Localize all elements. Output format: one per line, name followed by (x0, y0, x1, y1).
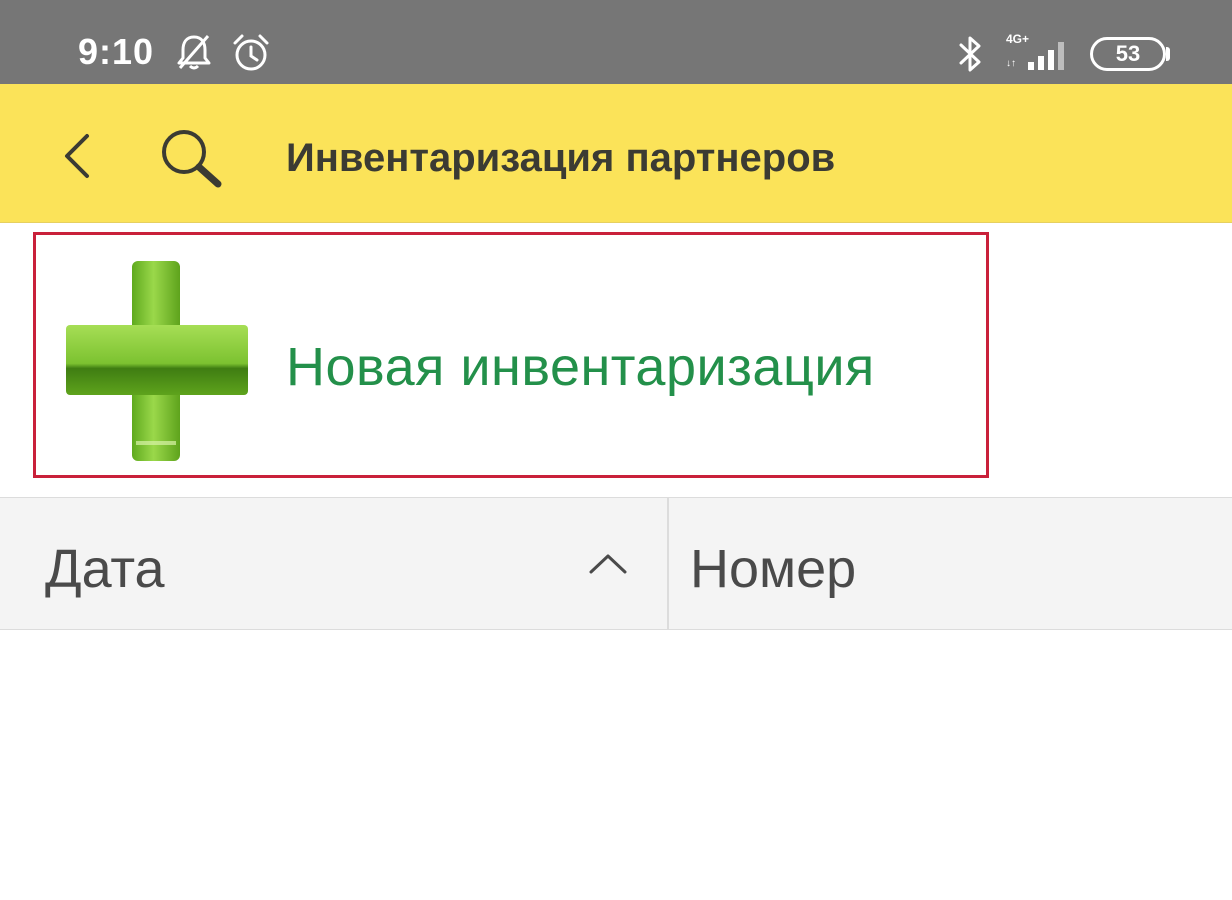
sort-ascending-icon (587, 550, 629, 578)
new-inventory-label: Новая инвентаризация (286, 337, 875, 397)
page-title: Инвентаризация партнеров (286, 136, 836, 180)
chevron-left-icon (65, 134, 89, 178)
battery-level: 53 (1115, 41, 1141, 66)
back-button[interactable] (52, 128, 108, 184)
status-time: 9:10 (78, 31, 155, 72)
search-button[interactable] (156, 128, 226, 188)
search-icon (162, 130, 222, 188)
alarm-icon (230, 32, 272, 74)
status-bar: 9:10 4G+ ↓↑ 53 (0, 0, 1232, 84)
column-label-number: Номер (690, 539, 857, 599)
signal-icon: ↓↑ (1004, 36, 1074, 72)
app-bar: Инвентаризация партнеров (0, 84, 1232, 223)
bluetooth-icon (955, 34, 985, 74)
inventory-list (0, 631, 1232, 900)
green-plus-icon (62, 255, 252, 463)
new-inventory-button[interactable]: Новая инвентаризация (33, 232, 989, 478)
battery-tip (1166, 47, 1170, 61)
column-label-date: Дата (45, 539, 165, 599)
column-header-number[interactable]: Номер (671, 498, 1232, 629)
table-header: Дата Номер (0, 497, 1232, 630)
column-header-date[interactable]: Дата (0, 498, 669, 629)
bell-muted-icon (174, 32, 214, 72)
svg-text:↓↑: ↓↑ (1006, 58, 1016, 69)
battery-icon: 53 (1090, 37, 1166, 71)
